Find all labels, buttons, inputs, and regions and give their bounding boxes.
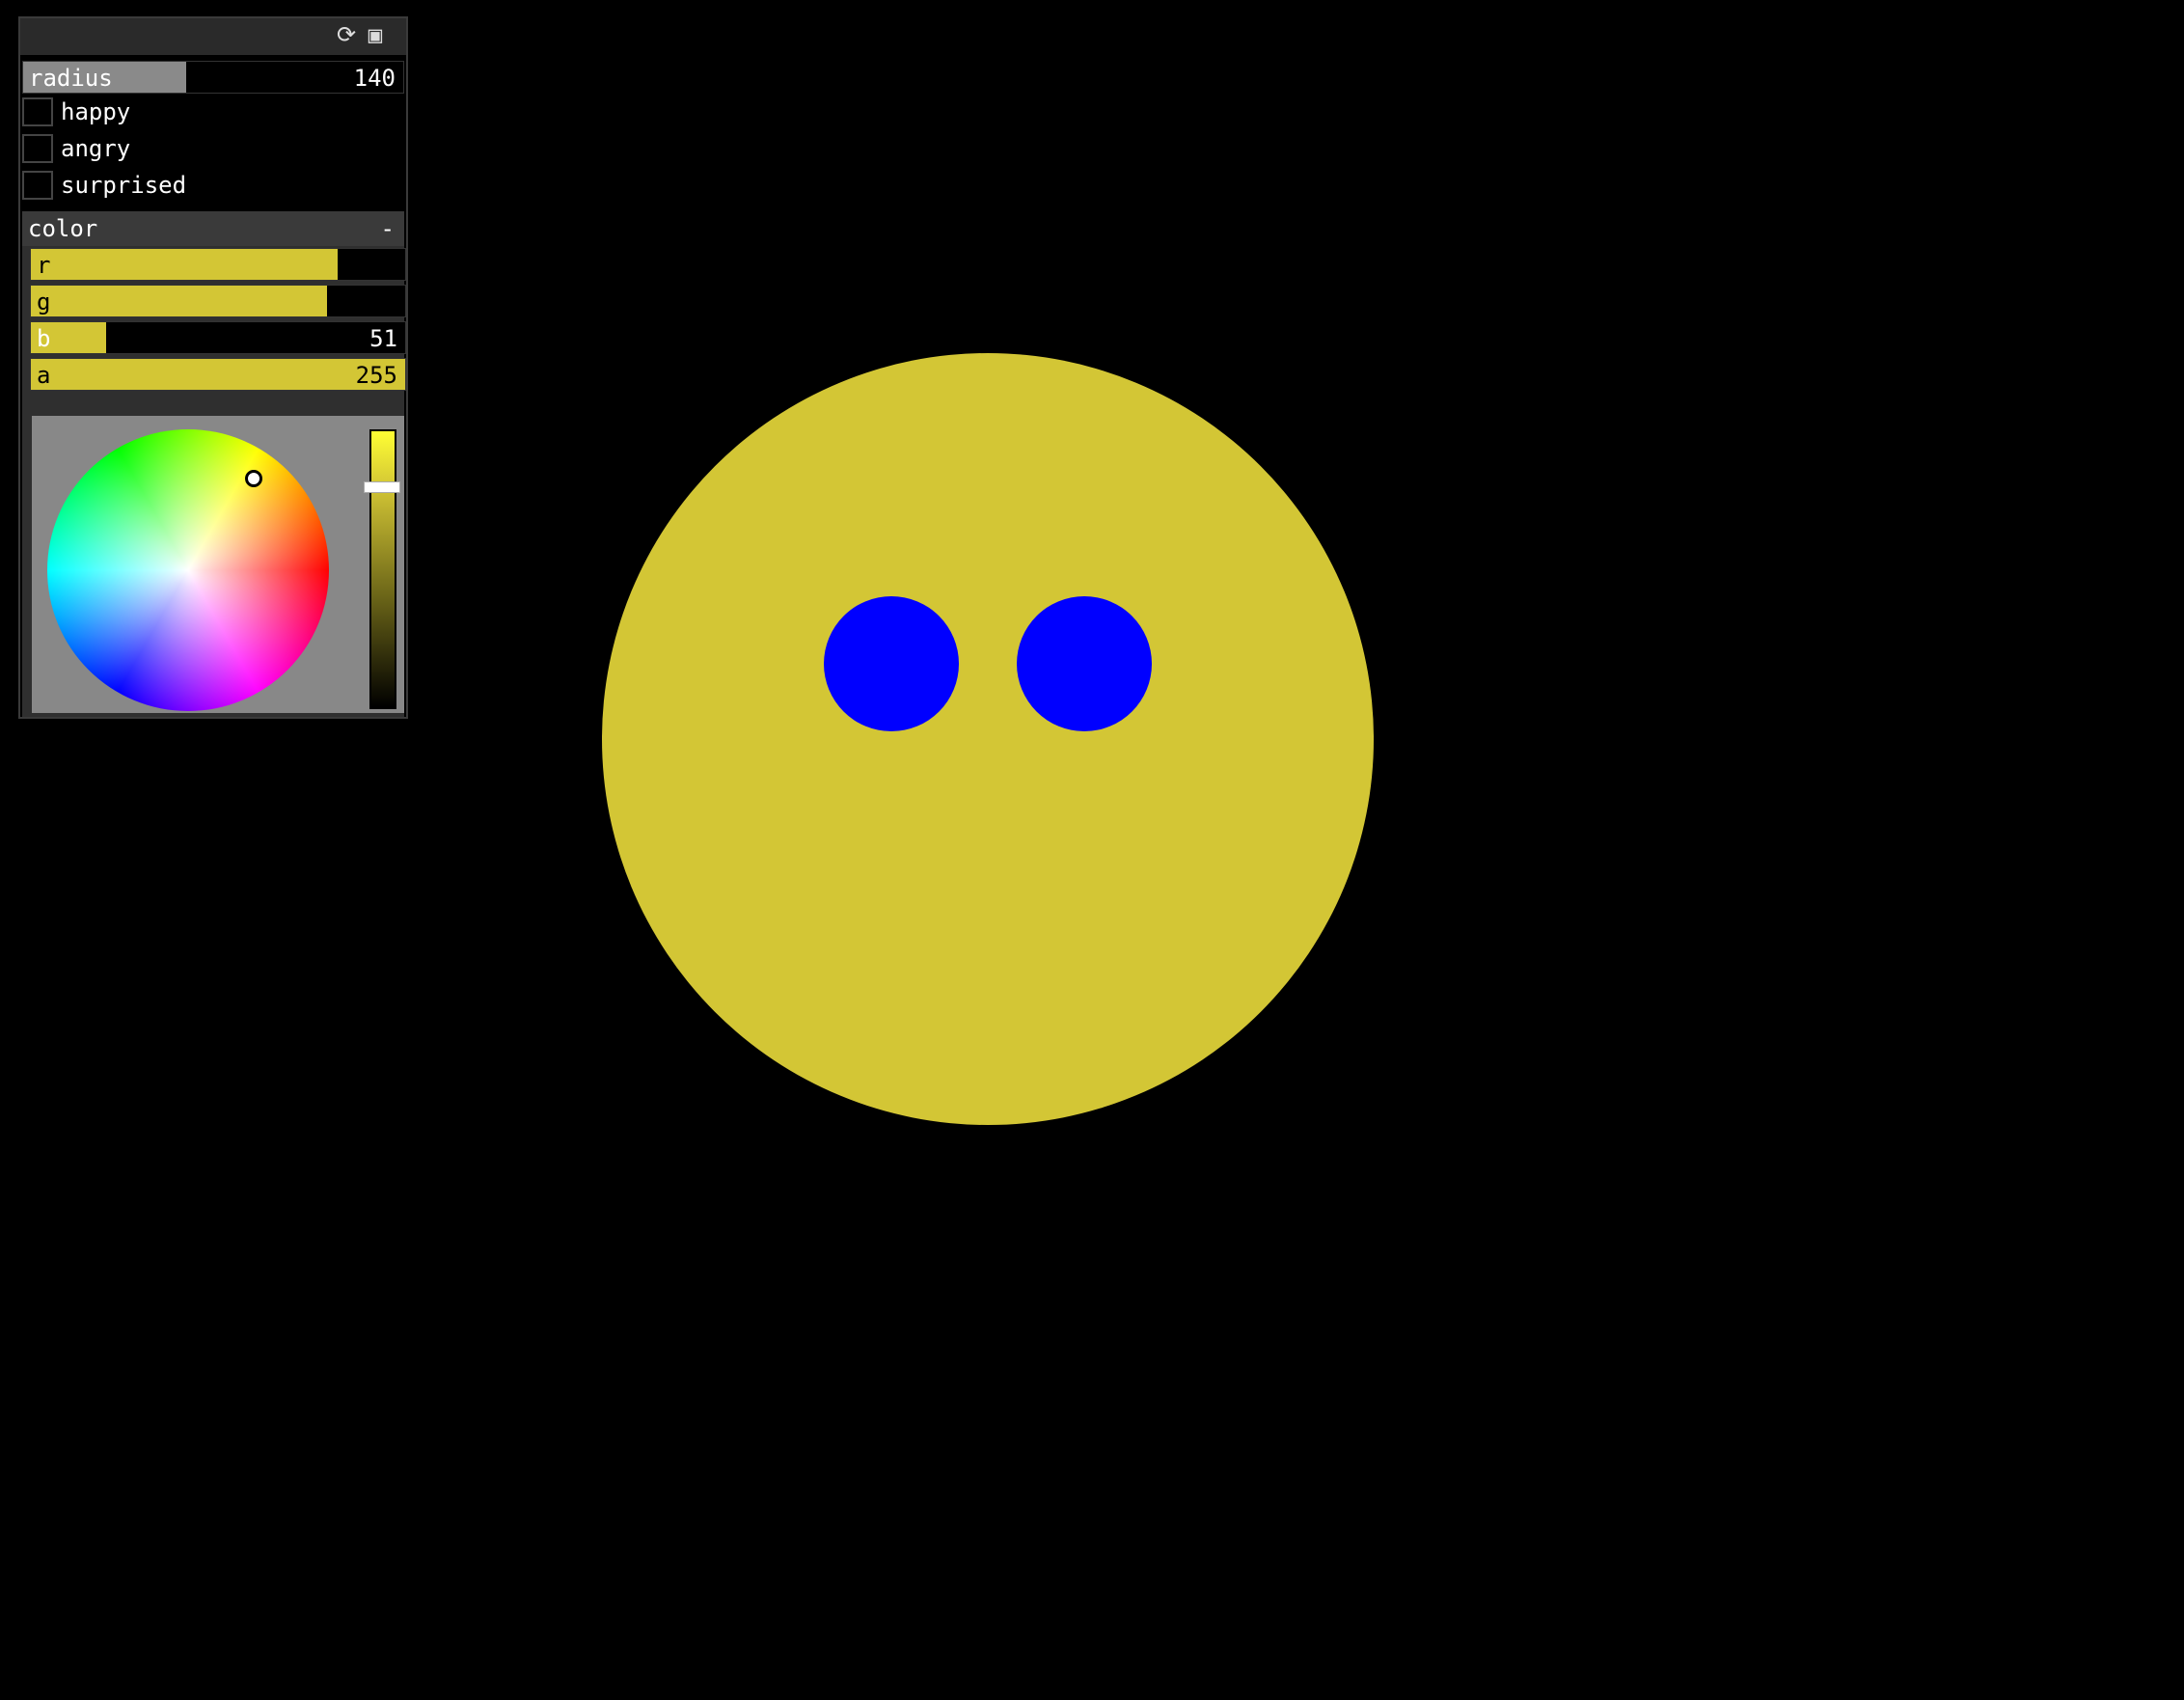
- happy-label: happy: [61, 98, 131, 125]
- collapse-toggle[interactable]: -: [381, 211, 395, 246]
- a-slider-fill: [31, 359, 405, 390]
- angry-checkbox[interactable]: [22, 134, 53, 163]
- a-slider[interactable]: a 255: [30, 358, 406, 391]
- angry-label: angry: [61, 135, 131, 162]
- wheel-knob[interactable]: [245, 470, 262, 487]
- b-value: 51: [369, 325, 397, 352]
- color-group-body: r g b 51 a 255: [22, 246, 406, 717]
- radius-slider[interactable]: radius 140: [22, 61, 404, 94]
- radius-value: 140: [353, 65, 396, 92]
- color-wheel[interactable]: [47, 429, 329, 711]
- surprised-checkbox[interactable]: [22, 171, 53, 200]
- g-label: g: [37, 288, 51, 315]
- panel-titlebar[interactable]: ⟳ ▣: [20, 18, 406, 55]
- color-group-header[interactable]: color -: [22, 211, 404, 246]
- a-label: a: [37, 362, 51, 389]
- toggle-angry[interactable]: angry: [22, 132, 404, 165]
- b-slider[interactable]: b 51: [30, 321, 406, 354]
- right-eye: [1017, 596, 1152, 731]
- r-label: r: [37, 252, 51, 279]
- refresh-icon[interactable]: ⟳: [333, 21, 360, 48]
- radius-label: radius: [29, 65, 113, 92]
- toggle-happy[interactable]: happy: [22, 96, 404, 128]
- brightness-handle[interactable]: [364, 481, 400, 493]
- brightness-bar[interactable]: [369, 429, 396, 709]
- gui-panel: ⟳ ▣ radius 140 happy angry surprised col…: [18, 16, 408, 719]
- g-slider-fill: [31, 286, 327, 316]
- color-picker: [32, 416, 404, 713]
- save-icon[interactable]: ▣: [362, 21, 389, 48]
- toggle-surprised[interactable]: surprised: [22, 169, 404, 202]
- r-slider[interactable]: r: [30, 248, 406, 281]
- face-circle: [602, 353, 1374, 1125]
- a-value: 255: [355, 362, 397, 389]
- left-eye: [824, 596, 959, 731]
- b-label: b: [37, 325, 51, 352]
- surprised-label: surprised: [61, 172, 187, 199]
- happy-checkbox[interactable]: [22, 97, 53, 126]
- g-slider[interactable]: g: [30, 285, 406, 317]
- r-slider-fill: [31, 249, 339, 280]
- color-group-title: color: [28, 215, 98, 242]
